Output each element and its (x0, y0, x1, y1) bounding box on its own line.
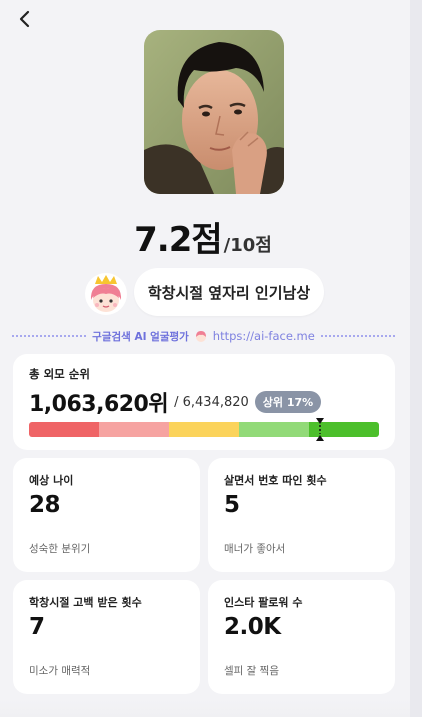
chevron-left-icon (19, 10, 30, 28)
profile-photo (144, 30, 284, 194)
score-value: 7.2점 (134, 220, 223, 260)
score-max: /10점 (223, 235, 272, 256)
rank-value: 1,063,620위 (29, 392, 169, 417)
stat-label: 예상 나이 (29, 474, 74, 487)
brand-label: 구글검색 AI 얼굴평가 (92, 330, 189, 343)
mascot-avatar (84, 272, 128, 316)
stat-label: 인스타 팔로워 수 (224, 596, 303, 609)
stat-value: 7 (29, 614, 45, 640)
stat-card-followers: 인스타 팔로워 수 2.0K 셀피 잘 찍음 (208, 580, 395, 694)
rank-total: / 6,434,820 (174, 394, 249, 410)
mascot-small-icon (195, 331, 206, 342)
rank-bar-segment (239, 422, 309, 437)
stat-note: 성숙한 분위기 (29, 543, 91, 555)
stat-value: 5 (224, 492, 240, 518)
stat-label: 살면서 번호 따인 횟수 (224, 474, 327, 487)
brand-url-link[interactable]: https://ai-face.me (213, 329, 315, 343)
rank-bar-segment (169, 422, 239, 437)
result-title-bubble: 학창시절 옆자리 인기남상 (134, 268, 324, 316)
dotted-line (12, 335, 87, 337)
stat-note: 미소가 매력적 (29, 665, 91, 677)
score-display: 7.2점/10점 (0, 212, 406, 261)
rank-title: 총 외모 순위 (29, 367, 90, 381)
rank-bar-segment (99, 422, 169, 437)
scrollbar-track (410, 0, 422, 717)
back-button[interactable] (14, 8, 36, 30)
stat-card-age: 예상 나이 28 성숙한 분위기 (13, 458, 200, 572)
rank-marker-icon (315, 418, 324, 441)
stat-card-confessions: 학창시절 고백 받은 횟수 7 미소가 매력적 (13, 580, 200, 694)
stat-note: 셀피 잘 찍음 (224, 665, 279, 677)
dotted-line (320, 335, 396, 337)
percentile-badge: 상위 17% (254, 391, 322, 413)
rank-bar-segment (29, 422, 99, 437)
stat-value: 2.0K (224, 614, 281, 640)
stat-card-number-asked: 살면서 번호 따인 횟수 5 매너가 좋아서 (208, 458, 395, 572)
stat-note: 매너가 좋아서 (224, 543, 286, 555)
rank-gradient-bar (29, 422, 379, 437)
brand-divider: 구글검색 AI 얼굴평가 https://ai-face.me (12, 326, 396, 346)
total-rank-card: 총 외모 순위 1,063,620위 / 6,434,820 상위 17% (13, 354, 395, 450)
stat-label: 학창시절 고백 받은 횟수 (29, 596, 142, 609)
stat-value: 28 (29, 492, 61, 518)
bottom-fade (0, 700, 410, 717)
